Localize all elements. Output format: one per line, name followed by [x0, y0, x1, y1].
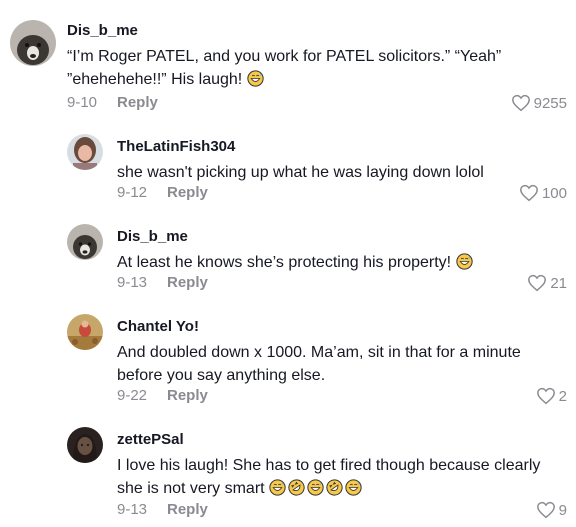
- like-button[interactable]: 9: [536, 501, 567, 519]
- comment-date: 9-10: [67, 94, 98, 111]
- comment-username[interactable]: Dis_b_me: [117, 228, 557, 246]
- comment-username[interactable]: zettePSal: [117, 431, 557, 449]
- avatar[interactable]: [67, 224, 103, 260]
- like-button[interactable]: 9255: [511, 94, 567, 112]
- reply-button[interactable]: Reply: [167, 501, 208, 518]
- rofl-emoji-icon: [326, 479, 343, 496]
- comment-text: she wasn't picking up what he was laying…: [117, 164, 484, 181]
- like-button[interactable]: 21: [527, 274, 567, 292]
- emoji-group: [269, 479, 364, 497]
- grinning-sweat-emoji-icon: [307, 479, 324, 496]
- comment-date: 9-22: [117, 387, 148, 404]
- like-count: 21: [550, 274, 567, 292]
- like-count: 9255: [533, 94, 567, 112]
- heart-outline-icon: [511, 94, 530, 112]
- grinning-sweat-emoji-icon: [269, 479, 286, 496]
- comment-date: 9-13: [117, 274, 148, 291]
- grinning-sweat-emoji-icon: [247, 70, 264, 87]
- avatar[interactable]: [67, 427, 103, 463]
- avatar[interactable]: [67, 314, 103, 350]
- rofl-emoji-icon: [288, 479, 305, 496]
- grinning-sweat-emoji-icon: [455, 253, 473, 270]
- like-count: 100: [541, 184, 567, 202]
- reply-button[interactable]: Reply: [167, 274, 208, 291]
- comment-text: At least he knows she’s protecting his p…: [117, 251, 557, 274]
- like-button[interactable]: 2: [536, 387, 567, 405]
- comment-text: “I’m Roger PATEL, and you work for PATEL…: [67, 48, 502, 88]
- comment-username[interactable]: Dis_b_me: [67, 22, 557, 40]
- reply-button[interactable]: Reply: [117, 94, 158, 111]
- avatar[interactable]: [10, 20, 56, 66]
- heart-outline-icon: [528, 274, 547, 292]
- reply-button[interactable]: Reply: [167, 387, 208, 404]
- reply-button[interactable]: Reply: [167, 184, 208, 201]
- avatar[interactable]: [67, 134, 103, 170]
- like-count: 9: [558, 501, 567, 519]
- comment-text: And doubled down x 1000. Ma’am, sit in t…: [117, 344, 521, 384]
- comment-username[interactable]: TheLatinFish304: [117, 138, 557, 156]
- like-button[interactable]: 100: [519, 184, 567, 202]
- heart-outline-icon: [536, 501, 555, 519]
- like-count: 2: [558, 387, 567, 405]
- grinning-sweat-emoji-icon: [345, 479, 362, 496]
- heart-outline-icon: [536, 387, 555, 405]
- comment-username[interactable]: Chantel Yo!: [117, 318, 557, 336]
- comment-date: 9-13: [117, 501, 148, 518]
- comment-text: I love his laugh! She has to get fired t…: [117, 457, 541, 497]
- heart-outline-icon: [520, 184, 538, 202]
- comment-date: 9-12: [117, 184, 148, 201]
